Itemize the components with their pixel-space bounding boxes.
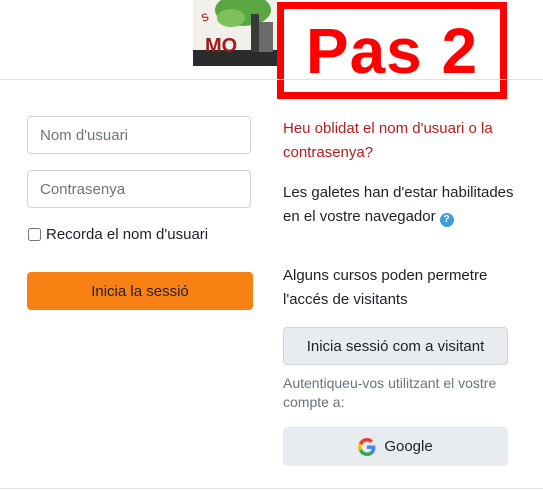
step-annotation: Pas 2 xyxy=(277,2,507,99)
cookies-notice: Les galetes han d'estar habilitades en e… xyxy=(283,181,523,229)
bottom-divider xyxy=(0,488,543,489)
cookies-notice-text: Les galetes han d'estar habilitades en e… xyxy=(283,184,514,225)
logo-text: MO xyxy=(205,35,237,57)
password-input[interactable] xyxy=(27,170,251,208)
top-divider xyxy=(0,79,543,80)
question-circle-icon[interactable]: ? xyxy=(439,213,454,227)
remember-username[interactable]: Recorda el nom d'usuari xyxy=(27,226,208,243)
remember-username-checkbox[interactable] xyxy=(28,228,41,241)
forgot-password-link[interactable]: Heu oblidat el nom d'usuari o la contras… xyxy=(283,117,523,165)
remember-username-label: Recorda el nom d'usuari xyxy=(46,226,209,243)
auth-instructions: Autentiqueu-vos utilitzant el vostre com… xyxy=(283,375,497,410)
username-input[interactable] xyxy=(27,116,251,154)
guest-login-button[interactable]: Inicia sessió com a visitant xyxy=(283,327,508,365)
google-button-label: Google xyxy=(384,438,433,455)
google-login-button[interactable]: Google xyxy=(283,427,508,466)
site-logo: s MO xyxy=(193,0,277,66)
guest-access-text: Alguns cursos poden permetre l'accés de … xyxy=(283,267,488,308)
login-button[interactable]: Inicia la sessió xyxy=(27,272,253,310)
step-annotation-label: Pas 2 xyxy=(305,14,479,87)
google-icon xyxy=(358,437,376,456)
